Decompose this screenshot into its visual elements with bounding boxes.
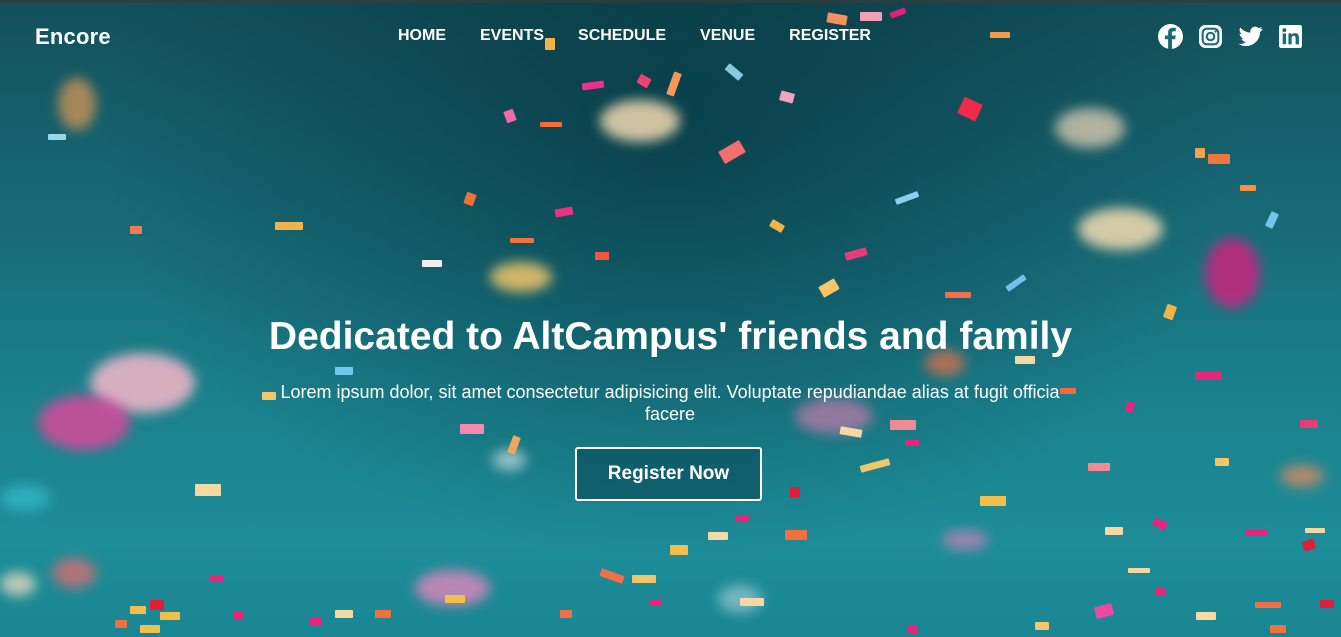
nav-item-home[interactable]: HOME — [398, 27, 446, 45]
twitter-icon[interactable] — [1238, 24, 1263, 49]
register-now-button[interactable]: Register Now — [575, 447, 762, 501]
hero-title: Dedicated to AltCampus' friends and fami… — [268, 315, 1073, 358]
brand-logo[interactable]: Encore — [35, 24, 111, 50]
nav-item-register[interactable]: REGISTER — [789, 27, 871, 45]
hero-subtitle: Lorem ipsum dolor, sit amet consectetur … — [280, 382, 1060, 424]
social-links — [1158, 24, 1303, 49]
hero-section: Encore HOME EVENTS SCHEDULE VENUE REGIST… — [0, 0, 1341, 637]
nav-item-events[interactable]: EVENTS — [480, 27, 544, 45]
facebook-icon[interactable] — [1158, 24, 1183, 49]
nav-item-venue[interactable]: VENUE — [700, 27, 755, 45]
linkedin-icon[interactable] — [1278, 24, 1303, 49]
top-navbar: Encore HOME EVENTS SCHEDULE VENUE REGIST… — [0, 0, 1341, 72]
nav-item-schedule[interactable]: SCHEDULE — [578, 27, 666, 45]
instagram-icon[interactable] — [1198, 24, 1223, 49]
main-menu: HOME EVENTS SCHEDULE VENUE REGISTER — [398, 27, 905, 45]
